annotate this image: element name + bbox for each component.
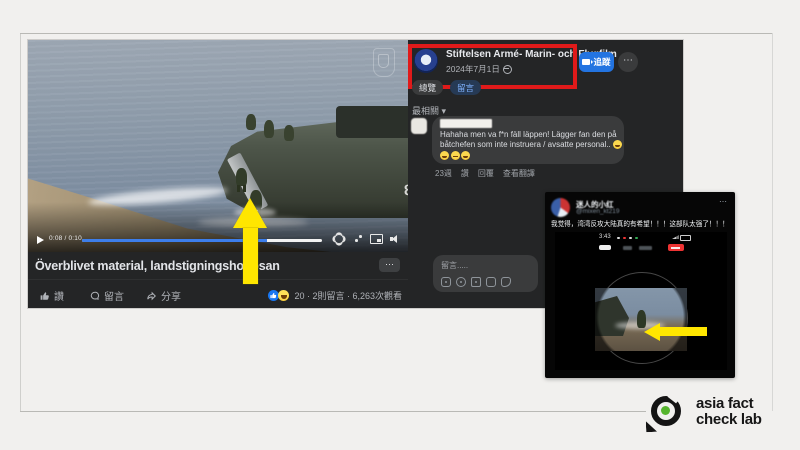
signal-icon [672, 235, 679, 239]
picture-in-picture-icon[interactable] [370, 234, 383, 244]
afcl-logo-text: asia fact check lab [696, 396, 762, 428]
settings-gear-icon[interactable] [334, 234, 344, 244]
status-dot [629, 237, 632, 240]
comment-emoji-row [440, 151, 472, 160]
soldier-on-deck [284, 125, 294, 141]
commenter-name-redacted [440, 119, 492, 128]
tweet-text: 我觉得，湾湾反攻大陆真的有希望！！！这部队太强了！！！ [551, 219, 720, 229]
post-action-row: 讚 留言 分享 20 · 2則留言 · 6,263次觀看 [28, 279, 408, 309]
video-controls: 0:08 / 0:10 [28, 228, 408, 252]
comment-bubble: Hahaha men va f*n fäll läppen! Lägger fa… [432, 116, 624, 164]
like-button[interactable]: 讚 [40, 288, 64, 303]
comment-button[interactable]: 留言 [90, 288, 124, 303]
camera-icon[interactable] [471, 277, 481, 287]
comment-sort-dropdown[interactable]: 最相關 ▾ [412, 104, 446, 117]
fact-check-card: 8 0:08 / 0:10 [0, 0, 800, 450]
tweet-embedded-video[interactable]: 3:43 [555, 232, 727, 370]
comment-translate-link[interactable]: 查看翻譯 [503, 168, 535, 179]
tweet-screenshot: 迷人的小红 @mixen_kt219 ⋯ 我觉得，湾湾反攻大陆真的有希望！！！这… [545, 192, 735, 378]
video-camera-icon [582, 59, 590, 65]
status-dot [617, 237, 620, 240]
frame-line-right [772, 33, 773, 411]
stats-text: 20 · 2則留言 · 6,263次觀看 [294, 289, 402, 302]
comment-composer[interactable]: 留言..... [433, 255, 538, 292]
like-count-blob [639, 246, 652, 250]
tab-overview[interactable]: 總覽 [412, 80, 443, 95]
highlight-arrow-up [233, 198, 267, 228]
video-player[interactable]: 8 0:08 / 0:10 [28, 40, 408, 252]
spotlight-dim-overlay [595, 288, 687, 351]
sweat-smile-emoji-icon [613, 140, 622, 149]
tweet-more-icon[interactable]: ⋯ [719, 197, 727, 206]
player-badge [599, 245, 611, 250]
highlight-arrow-up-shaft [243, 228, 258, 284]
comment-age: 23週 [435, 168, 452, 179]
video-more-button[interactable]: ⋯ [379, 258, 400, 272]
commenter-avatar-redacted [411, 118, 427, 134]
comment-bubble-icon [90, 291, 100, 301]
haha-reaction-icon [278, 290, 289, 301]
sticker-icon[interactable] [501, 277, 511, 287]
avatar-sticker-icon[interactable] [441, 277, 451, 287]
share-label: 分享 [161, 288, 181, 303]
frame-line-top [20, 33, 772, 34]
comment-like-link[interactable]: 讚 [461, 168, 469, 179]
status-bar-time: 3:43 [599, 234, 611, 240]
soldier-jumping [236, 168, 247, 186]
video-title-row: Överblivet material, landstigningshoppsa… [28, 252, 408, 279]
thumb-up-icon [40, 291, 50, 301]
follow-badge-red[interactable] [668, 244, 684, 251]
composer-placeholder: 留言..... [441, 260, 468, 271]
soldier-on-deck [264, 120, 274, 138]
comment-meta-row: 23週 讚 回覆 查看翻譯 [435, 168, 535, 179]
follow-button[interactable]: 追蹤 [579, 52, 614, 72]
unit-emblem-watermark [373, 48, 395, 77]
video-progress-fill [82, 239, 267, 242]
battery-icon [680, 235, 691, 241]
frame-line-bottom [20, 411, 646, 412]
tweet-avatar[interactable] [551, 198, 570, 217]
status-dot [623, 237, 626, 240]
highlight-arrow-left-shaft [660, 327, 707, 336]
highlight-arrow-left [644, 323, 660, 341]
comment-reply-link[interactable]: 回覆 [478, 168, 494, 179]
video-timestamp: 0:08 / 0:10 [49, 235, 82, 242]
emoji-icon[interactable] [456, 277, 466, 287]
laughing-emoji-icon [461, 151, 470, 160]
view-count-blob [623, 246, 632, 250]
status-dot [635, 237, 638, 240]
reaction-stats[interactable]: 20 · 2則留言 · 6,263次觀看 [268, 289, 402, 302]
cast-icon[interactable] [354, 234, 364, 244]
frame-line-left [20, 33, 21, 411]
post-more-button[interactable]: ⋯ [618, 52, 638, 72]
video-progress-bar[interactable] [82, 239, 322, 242]
share-button[interactable]: 分享 [146, 288, 181, 303]
play-icon[interactable] [37, 236, 44, 244]
comment-label: 留言 [104, 288, 124, 303]
soldier-on-deck [246, 114, 256, 130]
like-label: 讚 [54, 288, 64, 303]
comment-text-line2: båtchefen som inte instruera / avsatte p… [440, 140, 624, 149]
neutral-emoji-icon [451, 151, 460, 160]
comment-text-line1: Hahaha men va f*n fäll läppen! Lägger fa… [440, 130, 617, 139]
tab-comments[interactable]: 留言 [450, 80, 481, 95]
magnifier-green-dot [661, 406, 670, 415]
gif-icon[interactable] [486, 277, 496, 287]
tweet-handle[interactable]: @mixen_kt219 [576, 208, 619, 215]
laughing-emoji-icon [440, 151, 449, 160]
volume-icon[interactable] [390, 234, 402, 244]
share-arrow-icon [146, 291, 157, 301]
